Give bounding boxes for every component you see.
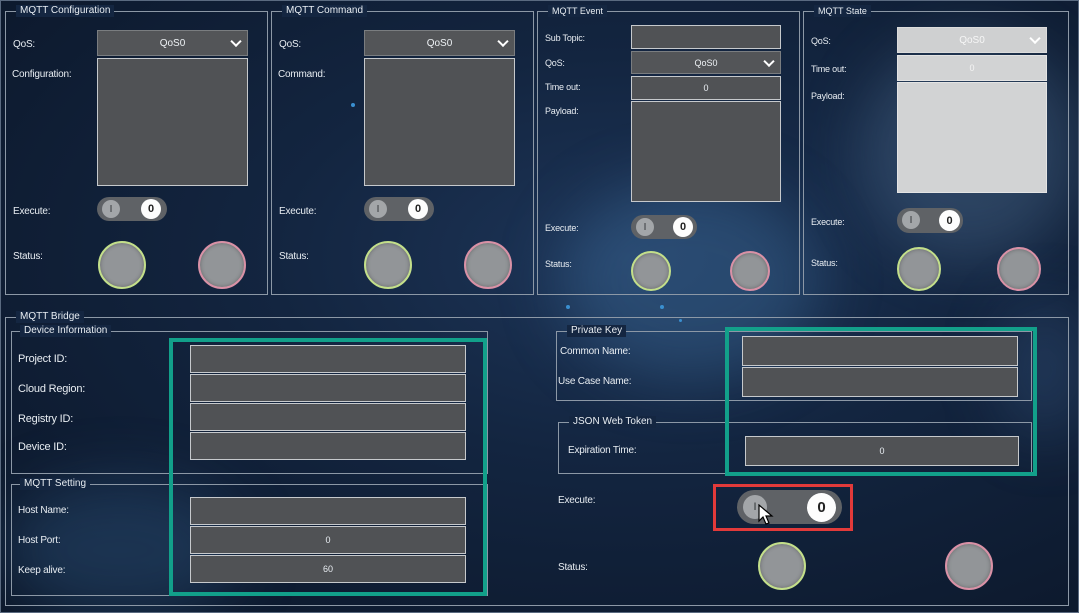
chevron-down-icon [230,35,242,48]
status-ok-indicator [631,251,671,291]
toggle-on-knob: I [636,218,654,236]
selected-value: QoS0 [426,37,453,49]
status-error-indicator [198,241,246,289]
timeout-label: Time out: [811,64,847,74]
state-execute-toggle[interactable]: I 0 [897,208,963,233]
common-name-label: Common Name: [560,346,631,357]
config-execute-toggle[interactable]: I 0 [97,197,167,221]
status-label: Status: [811,258,838,268]
group-title: Device Information [20,325,112,337]
selected-value: QoS0 [959,34,985,46]
toggle-off-knob: 0 [673,217,693,237]
configuration-textarea[interactable] [97,58,248,186]
status-label: Status: [279,251,309,262]
keep-alive-label: Keep alive: [18,565,66,576]
payload-label: Payload: [545,106,579,116]
qos-label: QoS: [545,58,565,68]
execute-label: Execute: [558,495,596,506]
config-qos-select[interactable]: QoS0 [97,30,248,56]
use-case-name-label: Use Case Name: [558,376,632,387]
status-ok-indicator [364,241,412,289]
selected-value: QoS0 [159,37,186,49]
event-execute-toggle[interactable]: I 0 [631,215,697,239]
timeout-value: 0 [703,83,709,93]
qos-label: QoS: [279,39,301,50]
status-ok-indicator [758,542,806,590]
status-label: Status: [545,259,572,269]
qos-label: QoS: [13,39,35,50]
execute-label: Execute: [545,223,579,233]
toggle-off-knob: 0 [408,199,428,219]
status-ok-indicator [897,247,941,291]
execute-label: Execute: [811,217,845,227]
selected-value: QoS0 [694,57,718,68]
highlight-box [169,338,487,596]
state-timeout-input[interactable]: 0 [897,55,1047,81]
highlight-box [713,484,853,531]
chevron-down-icon [1029,32,1041,45]
device-id-label: Device ID: [18,441,67,453]
project-id-label: Project ID: [18,353,68,365]
command-execute-toggle[interactable]: I 0 [364,197,434,221]
decorative-dot [566,305,570,309]
panel-title: MQTT Event [548,5,607,17]
toggle-on-knob: I [102,200,120,218]
host-port-label: Host Port: [18,535,61,546]
status-error-indicator [945,542,993,590]
status-ok-indicator [98,241,146,289]
qos-label: QoS: [811,36,831,46]
state-payload-textarea[interactable] [897,82,1047,193]
status-error-indicator [730,251,770,291]
subtopic-input[interactable] [631,25,781,49]
command-textarea[interactable] [364,58,515,186]
execute-label: Execute: [13,206,51,217]
timeout-value: 0 [969,63,975,73]
cloud-region-label: Cloud Region: [18,383,86,395]
subtopic-label: Sub Topic: [545,33,585,43]
status-label: Status: [558,562,588,573]
state-qos-select[interactable]: QoS0 [897,27,1047,53]
event-timeout-input[interactable]: 0 [631,76,781,100]
toggle-off-knob: 0 [939,210,960,231]
command-qos-select[interactable]: QoS0 [364,30,515,56]
host-name-label: Host Name: [18,505,69,516]
panel-title: MQTT Bridge [16,311,84,323]
group-title: Private Key [567,325,627,337]
chevron-down-icon [763,55,775,67]
event-payload-textarea[interactable] [631,101,781,202]
status-label: Status: [13,251,43,262]
panel-title: MQTT Configuration [16,5,115,17]
configuration-label: Configuration: [12,69,72,80]
expiration-time-label: Expiration Time: [568,445,637,456]
chevron-down-icon [497,35,509,48]
group-title: MQTT Setting [20,478,91,490]
toggle-on-knob: I [902,211,920,229]
toggle-off-knob: 0 [141,199,161,219]
group-title: JSON Web Token [569,416,657,428]
toggle-on-knob: I [369,200,387,218]
status-error-indicator [464,241,512,289]
timeout-label: Time out: [545,82,581,92]
event-qos-select[interactable]: QoS0 [631,51,781,74]
highlight-box [725,327,1037,476]
decorative-dot [679,319,682,322]
panel-title: MQTT Command [282,5,368,17]
command-label: Command: [278,69,326,80]
panel-title: MQTT State [814,5,871,17]
mouse-pointer-icon [758,504,774,525]
registry-id-label: Registry ID: [18,413,74,425]
payload-label: Payload: [811,91,845,101]
execute-label: Execute: [279,206,317,217]
decorative-dot [351,103,355,107]
decorative-dot [660,305,664,309]
status-error-indicator [997,247,1041,291]
